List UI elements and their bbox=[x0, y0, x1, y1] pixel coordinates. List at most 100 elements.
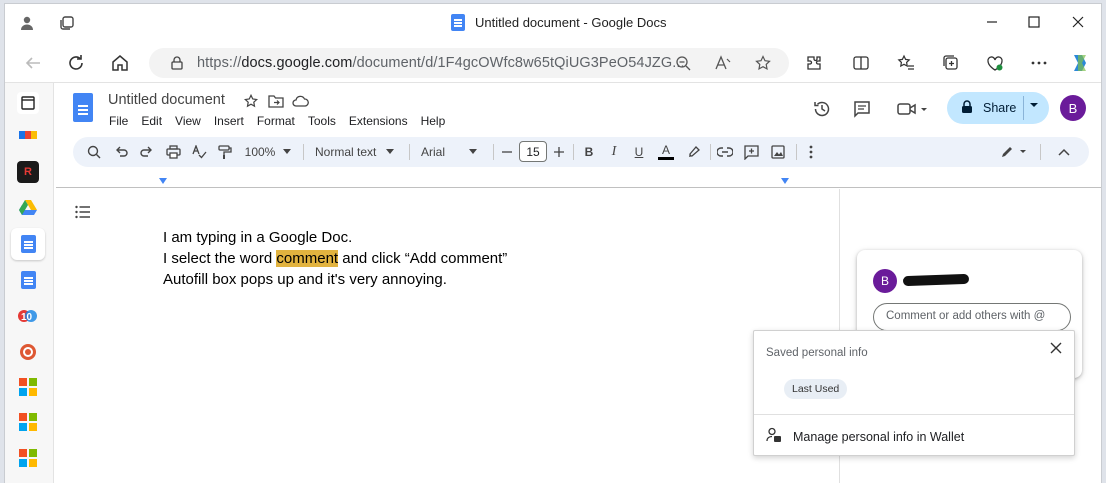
address-bar[interactable]: https://docs.google.com/document/d/1F4gc… bbox=[149, 48, 789, 78]
comment-avatar: B bbox=[873, 269, 897, 293]
menu-insert[interactable]: Insert bbox=[214, 114, 244, 128]
split-screen-icon[interactable] bbox=[848, 50, 874, 76]
collapse-menus-icon[interactable] bbox=[1057, 143, 1071, 161]
doc-line-3: Autofill box pops up and it's very annoy… bbox=[163, 271, 447, 288]
font-select[interactable]: Arial bbox=[421, 143, 485, 161]
account-avatar[interactable]: B bbox=[1060, 95, 1086, 121]
navigation-bar: https://docs.google.com/document/d/1F4gc… bbox=[5, 41, 1101, 83]
highlight-color-icon[interactable] bbox=[685, 143, 703, 161]
print-icon[interactable] bbox=[164, 143, 182, 161]
extensions-icon[interactable] bbox=[801, 50, 827, 76]
manage-wallet-link[interactable]: Manage personal info in Wallet bbox=[793, 430, 964, 444]
document-ruler bbox=[56, 176, 1101, 188]
autofill-heading: Saved personal info bbox=[766, 347, 868, 359]
tab-actions-icon[interactable] bbox=[57, 13, 77, 33]
decrease-font-size-button[interactable] bbox=[500, 143, 514, 161]
google-docs-logo[interactable] bbox=[73, 93, 93, 122]
cloud-status-icon[interactable] bbox=[291, 92, 309, 110]
profile-icon[interactable] bbox=[17, 13, 37, 33]
menu-extensions[interactable]: Extensions bbox=[349, 114, 408, 128]
move-folder-icon[interactable] bbox=[267, 92, 285, 110]
menu-help[interactable]: Help bbox=[421, 114, 446, 128]
toolbar-divider bbox=[796, 144, 797, 160]
minimize-button[interactable] bbox=[977, 10, 1007, 34]
more-toolbar-icon[interactable] bbox=[804, 143, 818, 161]
menu-view[interactable]: View bbox=[175, 114, 201, 128]
sidebar-microsoft-icon-2[interactable] bbox=[17, 411, 39, 433]
insert-link-icon[interactable] bbox=[716, 143, 734, 161]
selected-word[interactable]: comment bbox=[276, 250, 339, 267]
sidebar-news-icon[interactable] bbox=[17, 124, 39, 146]
sidebar-toggle-icon[interactable] bbox=[17, 92, 39, 114]
favorites-icon[interactable] bbox=[893, 50, 919, 76]
document-outline-icon[interactable] bbox=[75, 205, 91, 223]
share-label: Share bbox=[983, 101, 1017, 115]
sidebar-docs-active-icon[interactable] bbox=[17, 233, 39, 255]
sidebar-app-r-icon[interactable]: R bbox=[17, 161, 39, 183]
docs-menu-bar: File Edit View Insert Format Tools Exten… bbox=[109, 114, 458, 128]
home-button[interactable] bbox=[107, 50, 133, 76]
sidebar-news-10-icon[interactable]: 10 bbox=[17, 305, 39, 327]
url-text[interactable]: https://docs.google.com/document/d/1F4gc… bbox=[197, 55, 685, 71]
redacted-username bbox=[902, 273, 970, 287]
share-dropdown-icon[interactable] bbox=[1029, 100, 1039, 113]
comment-input[interactable]: Comment or add others with @ bbox=[873, 303, 1071, 331]
meet-icon[interactable] bbox=[895, 98, 931, 120]
undo-icon[interactable] bbox=[112, 143, 130, 161]
comments-icon[interactable] bbox=[851, 98, 873, 120]
autofill-divider bbox=[754, 414, 1074, 415]
redo-icon[interactable] bbox=[138, 143, 156, 161]
sidebar-drive-icon[interactable] bbox=[17, 196, 39, 218]
paint-format-icon[interactable] bbox=[216, 143, 234, 161]
underline-button[interactable]: U bbox=[631, 143, 647, 161]
italic-button[interactable]: I bbox=[606, 143, 622, 161]
toolbar-divider bbox=[303, 144, 304, 160]
copilot-icon[interactable] bbox=[1067, 50, 1093, 76]
document-title[interactable]: Untitled document bbox=[108, 92, 225, 108]
share-button[interactable]: Share bbox=[947, 92, 1049, 124]
menu-tools[interactable]: Tools bbox=[308, 114, 336, 128]
font-size-input[interactable]: 15 bbox=[519, 141, 547, 162]
browser-essentials-icon[interactable] bbox=[982, 50, 1008, 76]
text-color-button[interactable]: A bbox=[658, 143, 674, 160]
sidebar-docs-icon[interactable] bbox=[17, 269, 39, 291]
menu-edit[interactable]: Edit bbox=[141, 114, 162, 128]
wallet-person-icon bbox=[766, 427, 782, 446]
sidebar-microsoft-icon[interactable] bbox=[17, 376, 39, 398]
paragraph-style-select[interactable]: Normal text bbox=[315, 143, 399, 161]
add-comment-icon[interactable] bbox=[742, 143, 760, 161]
spellcheck-icon[interactable] bbox=[190, 143, 208, 161]
zoom-icon[interactable] bbox=[673, 53, 693, 73]
close-window-button[interactable] bbox=[1063, 10, 1093, 34]
document-body[interactable]: I am typing in a Google Doc. I select th… bbox=[163, 227, 507, 290]
back-button[interactable] bbox=[20, 50, 46, 76]
more-menu-icon[interactable] bbox=[1026, 50, 1052, 76]
sidebar-duckduckgo-icon[interactable] bbox=[17, 341, 39, 363]
right-indent-marker[interactable] bbox=[781, 178, 789, 184]
read-aloud-icon[interactable] bbox=[713, 53, 733, 73]
svg-text:10: 10 bbox=[21, 312, 33, 323]
paragraph-style-value: Normal text bbox=[315, 145, 377, 159]
editing-mode-icon[interactable] bbox=[999, 143, 1031, 161]
maximize-button[interactable] bbox=[1019, 10, 1049, 34]
lock-icon[interactable] bbox=[167, 53, 187, 73]
favorite-star-icon[interactable] bbox=[753, 53, 773, 73]
sidebar-microsoft-icon-3[interactable] bbox=[17, 447, 39, 469]
doc-line-2: I select the word comment and click “Add… bbox=[163, 248, 507, 269]
bold-button[interactable]: B bbox=[581, 143, 597, 161]
menu-file[interactable]: File bbox=[109, 114, 128, 128]
doc-line-1: I am typing in a Google Doc. bbox=[163, 229, 353, 246]
menu-format[interactable]: Format bbox=[257, 114, 295, 128]
refresh-button[interactable] bbox=[63, 50, 89, 76]
font-value: Arial bbox=[421, 145, 446, 159]
increase-font-size-button[interactable] bbox=[552, 143, 566, 161]
insert-image-icon[interactable] bbox=[769, 143, 787, 161]
search-menus-icon[interactable] bbox=[85, 143, 103, 161]
left-indent-marker[interactable] bbox=[159, 178, 167, 184]
zoom-select[interactable]: 100% bbox=[243, 143, 293, 161]
last-used-chip[interactable]: Last Used bbox=[784, 379, 848, 399]
collections-icon[interactable] bbox=[938, 50, 964, 76]
close-icon[interactable] bbox=[1050, 341, 1062, 359]
version-history-icon[interactable] bbox=[811, 98, 833, 120]
star-icon[interactable] bbox=[242, 92, 260, 110]
